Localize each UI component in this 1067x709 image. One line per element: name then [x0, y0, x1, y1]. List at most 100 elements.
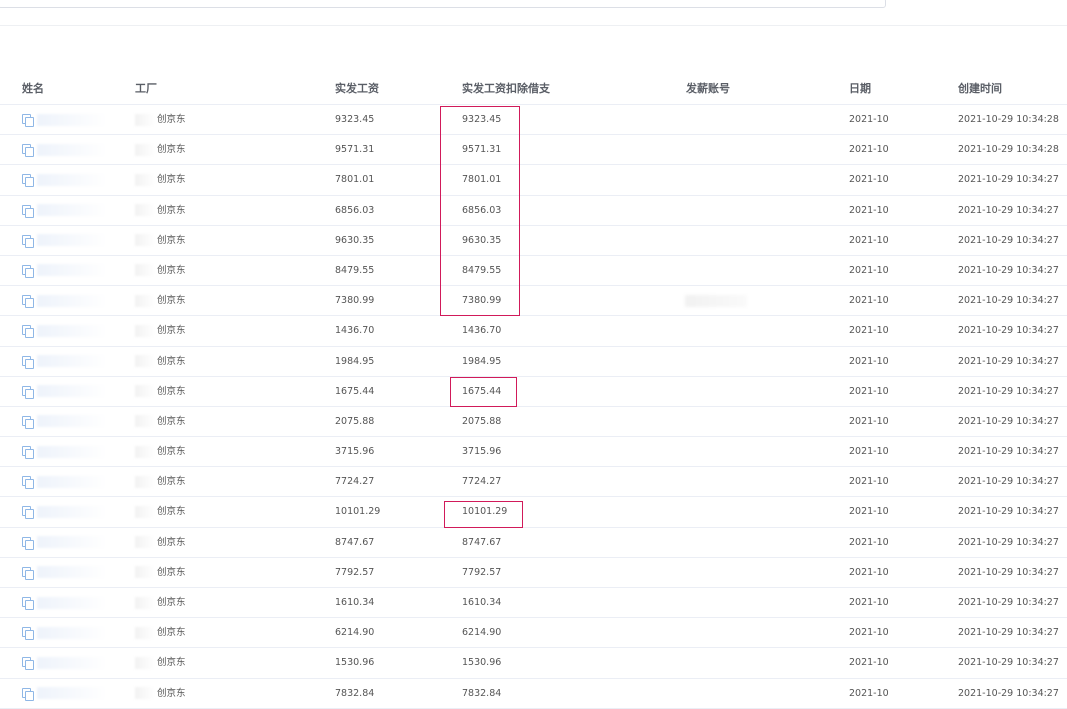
copy-icon[interactable] — [22, 295, 34, 309]
copy-icon[interactable] — [22, 446, 34, 460]
copy-icon[interactable] — [22, 536, 34, 550]
name-cell — [22, 377, 107, 407]
factory-name: 创京东 — [157, 264, 186, 276]
copy-icon[interactable] — [22, 144, 34, 158]
table-row[interactable]: 创京东 1530.96 1530.96 2021-10 2021-10-29 10:34… — [0, 648, 1067, 679]
date-cell: 2021-10 — [849, 566, 889, 578]
copy-icon[interactable] — [22, 506, 34, 520]
salary-cell: 8747.67 — [335, 536, 375, 548]
col-header-date[interactable]: 日期 — [849, 74, 871, 104]
copy-icon[interactable] — [22, 627, 34, 641]
factory-cell: 创京东 — [135, 588, 186, 618]
redacted-name — [37, 143, 107, 156]
created-time-cell: 2021-10-29 10:34:27 — [958, 476, 1059, 488]
factory-cell: 创京东 — [135, 648, 186, 678]
redacted-factory-prefix — [135, 385, 155, 398]
factory-cell: 创京东 — [135, 105, 186, 135]
copy-icon[interactable] — [22, 597, 34, 610]
redacted-name — [37, 204, 107, 217]
salary-table: 姓名 工厂 实发工资 实发工资扣除借支 发薪账号 日期 创建时间 创京东 9323… — [0, 74, 1067, 709]
factory-name: 创京东 — [157, 325, 186, 337]
table-row[interactable]: 创京东 1984.95 1984.95 2021-10 2021-10-29 10:34… — [0, 347, 1067, 377]
net-salary-cell: 7832.84 — [462, 687, 502, 699]
table-row[interactable]: 创京东 1675.44 1675.44 2021-10 2021-10-29 10:34… — [0, 377, 1067, 407]
net-salary-cell: 6856.03 — [462, 204, 502, 216]
date-cell: 2021-10 — [849, 295, 889, 307]
redacted-factory-prefix — [135, 113, 155, 126]
col-header-net-salary[interactable]: 实发工资扣除借支 — [462, 74, 550, 104]
table-row[interactable]: 创京东 7832.84 7832.84 2021-10 2021-10-29 10:34… — [0, 679, 1067, 709]
copy-icon[interactable] — [22, 566, 34, 580]
table-row[interactable]: 创京东 9630.35 9630.35 2021-10 2021-10-29 10:34… — [0, 226, 1067, 256]
copy-icon[interactable] — [22, 415, 34, 429]
created-time-cell: 2021-10-29 10:34:27 — [958, 355, 1059, 367]
col-header-name[interactable]: 姓名 — [22, 74, 44, 104]
net-salary-cell: 2075.88 — [462, 415, 502, 427]
col-header-salary[interactable]: 实发工资 — [335, 74, 379, 104]
date-cell: 2021-10 — [849, 144, 889, 156]
table-row[interactable]: 创京东 6856.03 6856.03 2021-10 2021-10-29 10:34… — [0, 196, 1067, 226]
copy-icon[interactable] — [22, 687, 34, 701]
copy-icon[interactable] — [22, 234, 34, 248]
name-cell — [22, 558, 107, 588]
redacted-name — [37, 596, 107, 609]
redacted-factory-prefix — [135, 656, 155, 669]
net-salary-cell: 1436.70 — [462, 325, 502, 337]
redacted-name — [37, 626, 107, 639]
copy-icon[interactable] — [22, 355, 34, 369]
col-header-factory[interactable]: 工厂 — [135, 74, 157, 104]
table-row[interactable]: 创京东 7724.27 7724.27 2021-10 2021-10-29 10:34… — [0, 467, 1067, 498]
salary-cell: 1436.70 — [335, 325, 375, 337]
copy-icon[interactable] — [22, 114, 34, 127]
copy-icon[interactable] — [22, 657, 34, 671]
table-row[interactable]: 创京东 2075.88 2075.88 2021-10 2021-10-29 10:34… — [0, 407, 1067, 438]
salary-cell: 9571.31 — [335, 144, 375, 156]
table-row[interactable]: 创京东 6214.90 6214.90 2021-10 2021-10-29 10:34… — [0, 618, 1067, 649]
net-salary-cell: 7724.27 — [462, 476, 502, 488]
table-row[interactable]: 创京东 10101.29 10101.29 2021-10 2021-10-29 10:… — [0, 497, 1067, 528]
table-row[interactable]: 创京东 8479.55 8479.55 2021-10 2021-10-29 10:34… — [0, 256, 1067, 287]
table-row[interactable]: 创京东 9571.31 9571.31 2021-10 2021-10-29 10:34… — [0, 135, 1067, 166]
copy-icon[interactable] — [22, 264, 34, 278]
copy-icon[interactable] — [22, 204, 34, 218]
created-time-cell: 2021-10-29 10:34:28 — [958, 114, 1059, 125]
table-body: 创京东 9323.45 9323.45 2021-10 2021-10-29 10:34… — [0, 105, 1067, 709]
salary-cell: 10101.29 — [335, 506, 381, 518]
col-header-account[interactable]: 发薪账号 — [686, 74, 730, 104]
copy-icon[interactable] — [22, 476, 34, 490]
table-row[interactable]: 创京东 3715.96 3715.96 2021-10 2021-10-29 10:34… — [0, 437, 1067, 468]
table-row[interactable]: 创京东 1436.70 1436.70 2021-10 2021-10-29 10:34… — [0, 316, 1067, 347]
table-row[interactable]: 创京东 9323.45 9323.45 2021-10 2021-10-29 10:34… — [0, 105, 1067, 136]
created-time-cell: 2021-10-29 10:34:27 — [958, 295, 1059, 307]
created-time-cell: 2021-10-29 10:34:27 — [958, 566, 1059, 578]
created-time-cell: 2021-10-29 10:34:27 — [958, 325, 1059, 337]
salary-cell: 1530.96 — [335, 657, 375, 669]
name-cell — [22, 618, 107, 648]
name-cell — [22, 256, 107, 286]
factory-cell: 创京东 — [135, 377, 186, 407]
search-input[interactable] — [0, 0, 886, 8]
copy-icon[interactable] — [22, 325, 34, 339]
table-row[interactable]: 创京东 7380.99 7380.99 2021-10 2021-10-29 10:34… — [0, 286, 1067, 317]
redacted-name — [37, 234, 107, 247]
redacted-factory-prefix — [135, 505, 155, 518]
date-cell: 2021-10 — [849, 476, 889, 488]
redacted-factory-prefix — [135, 415, 155, 428]
table-row[interactable]: 创京东 1610.34 1610.34 2021-10 2021-10-29 10:34… — [0, 588, 1067, 619]
table-row[interactable]: 创京东 7792.57 7792.57 2021-10 2021-10-29 10:34… — [0, 558, 1067, 588]
net-salary-cell: 1530.96 — [462, 657, 502, 669]
name-cell — [22, 196, 107, 226]
col-header-created-time[interactable]: 创建时间 — [958, 74, 1002, 104]
net-salary-cell: 3715.96 — [462, 446, 502, 458]
table-row[interactable]: 创京东 7801.01 7801.01 2021-10 2021-10-29 10:34… — [0, 165, 1067, 196]
factory-name: 创京东 — [157, 687, 186, 699]
table-row[interactable]: 创京东 8747.67 8747.67 2021-10 2021-10-29 10:34… — [0, 528, 1067, 558]
name-cell — [22, 165, 107, 195]
redacted-account — [685, 295, 747, 308]
factory-name: 创京东 — [157, 657, 186, 669]
copy-icon[interactable] — [22, 174, 34, 188]
factory-name: 创京东 — [157, 536, 186, 548]
copy-icon[interactable] — [22, 385, 34, 399]
factory-cell: 创京东 — [135, 196, 186, 226]
redacted-name — [37, 415, 107, 428]
